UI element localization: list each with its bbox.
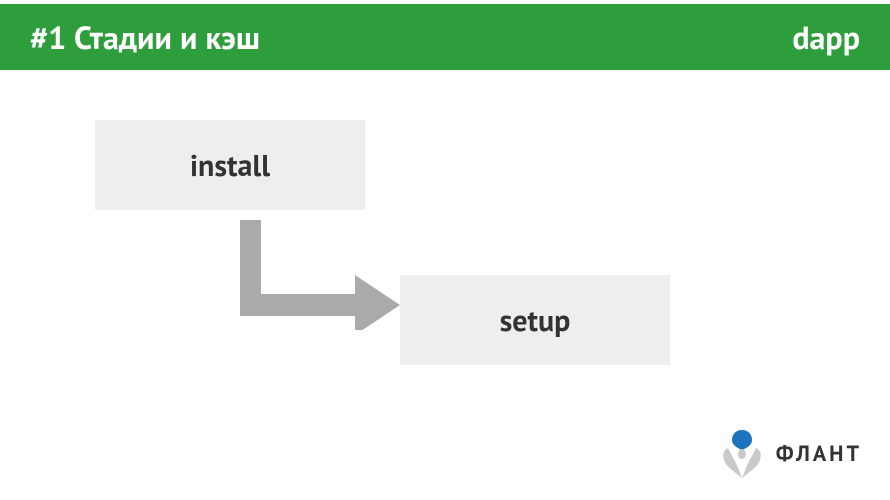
stage-label: install — [190, 146, 270, 185]
stage-label: setup — [500, 301, 571, 340]
slide-brand: dapp — [792, 16, 860, 58]
slide-header: #1 Стадии и кэш dapp — [0, 0, 890, 70]
footer-company-name: ФЛАНТ — [776, 440, 862, 468]
slide-title: #1 Стадии и кэш — [30, 16, 260, 58]
stage-box-setup: setup — [400, 275, 670, 365]
arrow-down-right-icon — [240, 220, 410, 330]
slide-content: install setup ФЛАНТ — [0, 70, 890, 500]
flant-logo-icon — [718, 428, 766, 480]
footer-logo: ФЛАНТ — [718, 428, 862, 480]
stage-box-install: install — [95, 120, 365, 210]
